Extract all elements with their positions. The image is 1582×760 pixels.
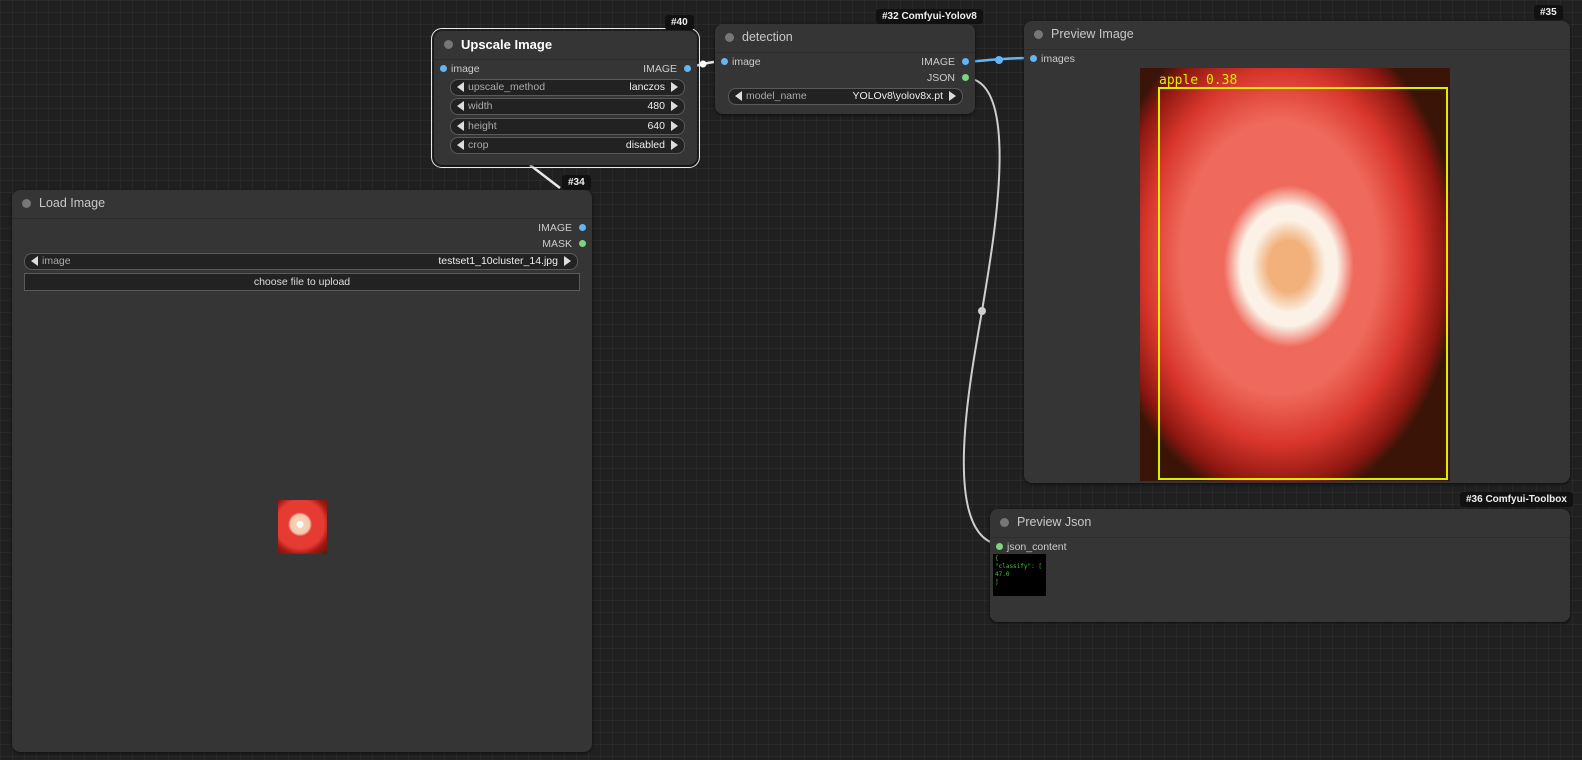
output-slot-mask[interactable]: MASK (512, 238, 592, 250)
node-header[interactable]: Preview Image (1024, 21, 1570, 50)
node-header[interactable]: detection (715, 24, 975, 53)
input-slot-images[interactable]: images (1024, 53, 1124, 65)
json-preview-box[interactable]: { "classify": [ 47.0 ] (993, 554, 1046, 596)
widget-value: YOLOv8\yolov8x.pt (852, 90, 943, 102)
loaded-image-thumbnail (278, 500, 327, 554)
increment-arrow-icon[interactable] (671, 140, 678, 150)
node-graph-canvas[interactable]: Upscale Image image IMAGE upscale_method… (0, 0, 1582, 760)
detection-label: apple 0.38 (1159, 73, 1238, 88)
node-header[interactable]: Load Image (12, 190, 592, 219)
widget-height[interactable]: height 640 (450, 118, 685, 135)
link-detection-preview-midpoint (995, 56, 1003, 64)
decrement-arrow-icon[interactable] (457, 101, 464, 111)
node-id-badge: #32 Comfyui-Yolov8 (876, 9, 983, 24)
node-title: Load Image (39, 196, 106, 210)
collapse-dot-icon[interactable] (725, 33, 734, 42)
node-title: Preview Json (1017, 515, 1092, 529)
node-title: Preview Image (1051, 27, 1134, 41)
widget-value: 480 (647, 100, 665, 112)
widget-name: image (42, 255, 71, 267)
output-slot-image[interactable]: IMAGE (512, 222, 592, 234)
widget-crop[interactable]: crop disabled (450, 137, 685, 154)
widget-value: 640 (647, 120, 665, 132)
slot-label: JSON (926, 72, 955, 84)
widget-value: testset1_10cluster_14.jpg (438, 255, 558, 267)
image-slot-dot-icon[interactable] (579, 224, 586, 231)
link-upscale-detection-midpoint (699, 60, 707, 68)
node-id-badge: #40 (665, 15, 694, 30)
increment-arrow-icon[interactable] (671, 121, 678, 131)
link-load-to-upscale (529, 164, 561, 189)
link-json-midpoint (978, 307, 986, 315)
widget-upscale-method[interactable]: upscale_method lanczos (450, 79, 685, 96)
output-slot-image[interactable]: IMAGE (895, 56, 975, 68)
input-slot-json-content[interactable]: json_content (990, 541, 1110, 553)
node-title: Upscale Image (461, 37, 553, 52)
widget-name: height (468, 120, 497, 132)
widget-name: model_name (746, 90, 807, 102)
widget-name: width (468, 100, 493, 112)
slot-label: MASK (542, 238, 572, 250)
slot-label: IMAGE (643, 63, 677, 75)
node-id-badge: #36 Comfyui-Toolbox (1460, 492, 1573, 507)
image-slot-dot-icon[interactable] (1030, 55, 1037, 62)
slot-label: IMAGE (921, 56, 955, 68)
widget-width[interactable]: width 480 (450, 98, 685, 115)
mask-slot-dot-icon[interactable] (579, 240, 586, 247)
node-title: detection (742, 30, 793, 44)
decrement-arrow-icon[interactable] (457, 121, 464, 131)
widget-name: crop (468, 139, 489, 151)
node-id-badge: #35 (1534, 5, 1563, 20)
slot-label: image (451, 63, 480, 75)
collapse-dot-icon[interactable] (22, 199, 31, 208)
image-slot-dot-icon[interactable] (440, 65, 447, 72)
json-slot-dot-icon[interactable] (996, 543, 1003, 550)
node-header[interactable]: Preview Json (990, 509, 1570, 538)
increment-arrow-icon[interactable] (949, 91, 956, 101)
node-preview-image[interactable]: Preview Image images apple 0.38 (1024, 21, 1570, 483)
collapse-dot-icon[interactable] (1000, 518, 1009, 527)
increment-arrow-icon[interactable] (564, 256, 571, 266)
image-slot-dot-icon[interactable] (962, 58, 969, 65)
image-slot-dot-icon[interactable] (721, 58, 728, 65)
increment-arrow-icon[interactable] (671, 82, 678, 92)
slot-label: images (1041, 53, 1075, 65)
decrement-arrow-icon[interactable] (735, 91, 742, 101)
widget-name: upscale_method (468, 81, 546, 93)
collapse-dot-icon[interactable] (1034, 30, 1043, 39)
node-header[interactable]: Upscale Image (434, 31, 697, 60)
slot-label: json_content (1007, 541, 1067, 553)
output-slot-json[interactable]: JSON (895, 72, 975, 84)
output-slot-image[interactable]: IMAGE (617, 63, 697, 75)
widget-value: disabled (625, 139, 665, 151)
detection-bounding-box (1158, 87, 1448, 480)
image-slot-dot-icon[interactable] (684, 65, 691, 72)
node-upscale-image[interactable]: Upscale Image image IMAGE upscale_method… (431, 28, 700, 168)
node-load-image[interactable]: Load Image IMAGE MASK image testset1_10c… (12, 190, 592, 752)
json-slot-dot-icon[interactable] (962, 74, 969, 81)
widget-image-select[interactable]: image testset1_10cluster_14.jpg (24, 253, 578, 270)
widget-value: lanczos (629, 81, 665, 93)
slot-label: image (732, 56, 761, 68)
decrement-arrow-icon[interactable] (457, 140, 464, 150)
node-preview-json[interactable]: Preview Json json_content { "classify": … (990, 509, 1570, 622)
decrement-arrow-icon[interactable] (457, 82, 464, 92)
collapse-dot-icon[interactable] (444, 40, 453, 49)
increment-arrow-icon[interactable] (671, 101, 678, 111)
node-detection[interactable]: detection image IMAGE JSON model_name YO… (715, 24, 975, 114)
slot-label: IMAGE (538, 222, 572, 234)
preview-image[interactable]: apple 0.38 (1140, 68, 1450, 481)
upload-button[interactable]: choose file to upload (24, 273, 580, 291)
node-id-badge: #34 (562, 175, 591, 190)
decrement-arrow-icon[interactable] (31, 256, 38, 266)
widget-model-name[interactable]: model_name YOLOv8\yolov8x.pt (728, 88, 963, 105)
input-slot-image[interactable]: image (715, 56, 795, 68)
